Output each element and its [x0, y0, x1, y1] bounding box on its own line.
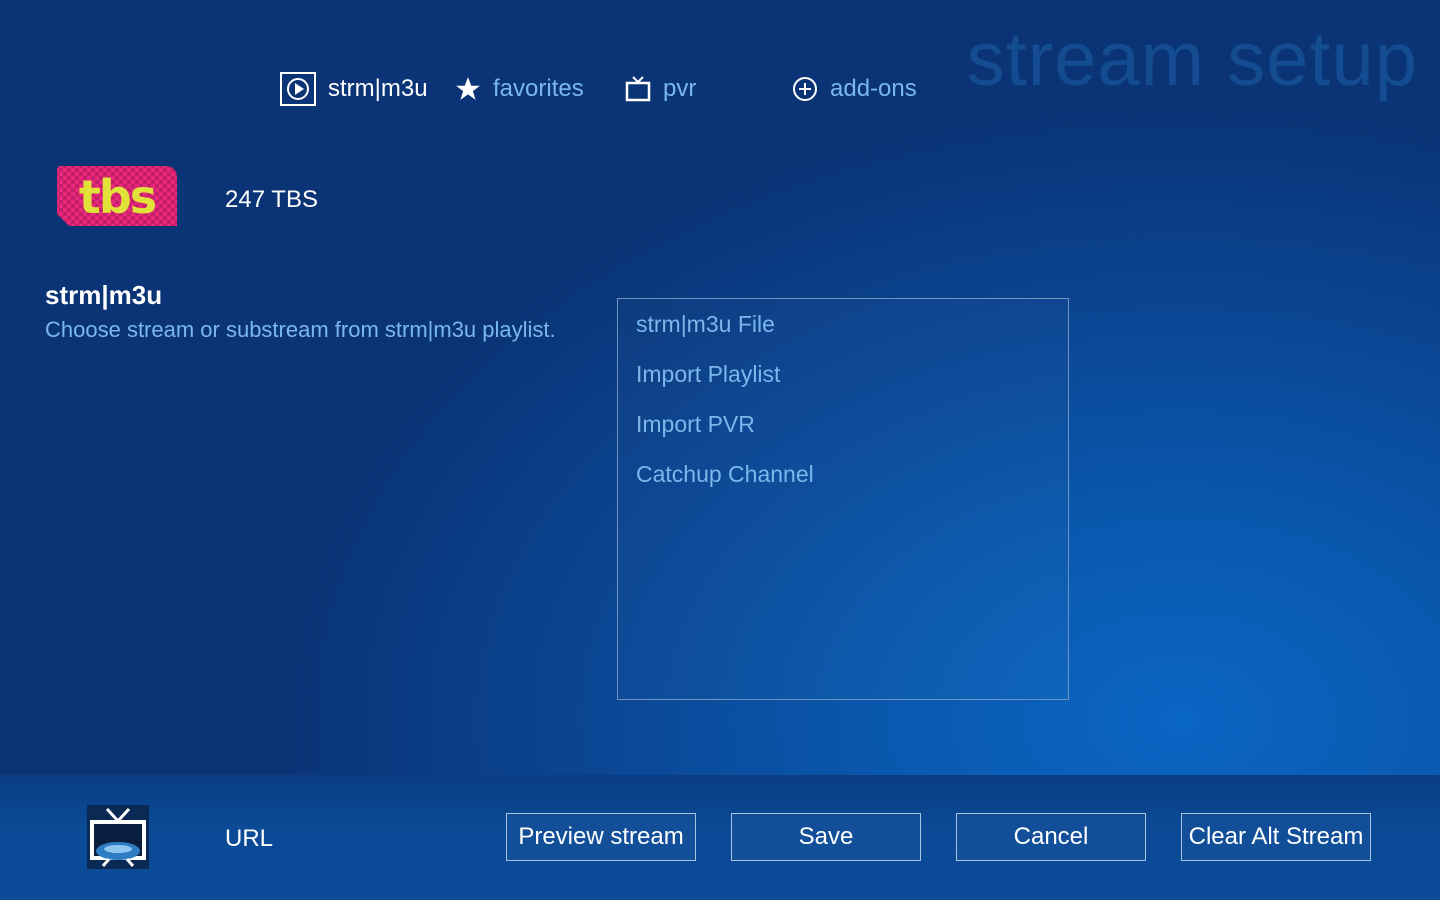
star-icon — [455, 76, 481, 102]
nav-label: add-ons — [830, 75, 917, 102]
nav-label: favorites — [493, 75, 584, 102]
preview-stream-button[interactable]: Preview stream — [506, 813, 696, 861]
nav-item-favorites[interactable]: favorites — [455, 70, 584, 108]
logo-text: tbs — [79, 170, 156, 224]
url-label: URL — [225, 825, 274, 852]
nav-label: strm|m3u — [328, 75, 428, 102]
nav-item-strm-m3u[interactable]: strm|m3u — [280, 70, 428, 108]
channel-logo: tbs — [55, 164, 180, 230]
cancel-button[interactable]: Cancel — [956, 813, 1146, 861]
page-title: stream setup — [966, 17, 1418, 102]
plus-circle-icon — [792, 76, 818, 102]
list-item-import-playlist[interactable]: Import Playlist — [636, 361, 780, 388]
list-item-strm-m3u-file[interactable]: strm|m3u File — [636, 311, 775, 338]
list-item-catchup-channel[interactable]: Catchup Channel — [636, 461, 814, 488]
footer-bar: URL Preview stream Save Cancel Clear Alt… — [0, 775, 1440, 900]
save-button[interactable]: Save — [731, 813, 921, 861]
clear-alt-stream-button[interactable]: Clear Alt Stream — [1181, 813, 1371, 861]
section-title: strm|m3u — [45, 280, 163, 310]
nav-item-add-ons[interactable]: add-ons — [792, 70, 917, 108]
section-description: Choose stream or substream from strm|m3u… — [45, 317, 556, 342]
tv-icon — [625, 75, 651, 103]
list-item-import-pvr[interactable]: Import PVR — [636, 411, 755, 438]
nav-label: pvr — [663, 75, 697, 102]
nav-item-pvr[interactable]: pvr — [625, 70, 696, 108]
options-list: strm|m3u File Import Playlist Import PVR… — [617, 298, 1069, 700]
tv-globe-icon — [87, 805, 149, 869]
play-circle-icon — [280, 72, 316, 106]
channel-name: 247 TBS — [225, 186, 318, 213]
